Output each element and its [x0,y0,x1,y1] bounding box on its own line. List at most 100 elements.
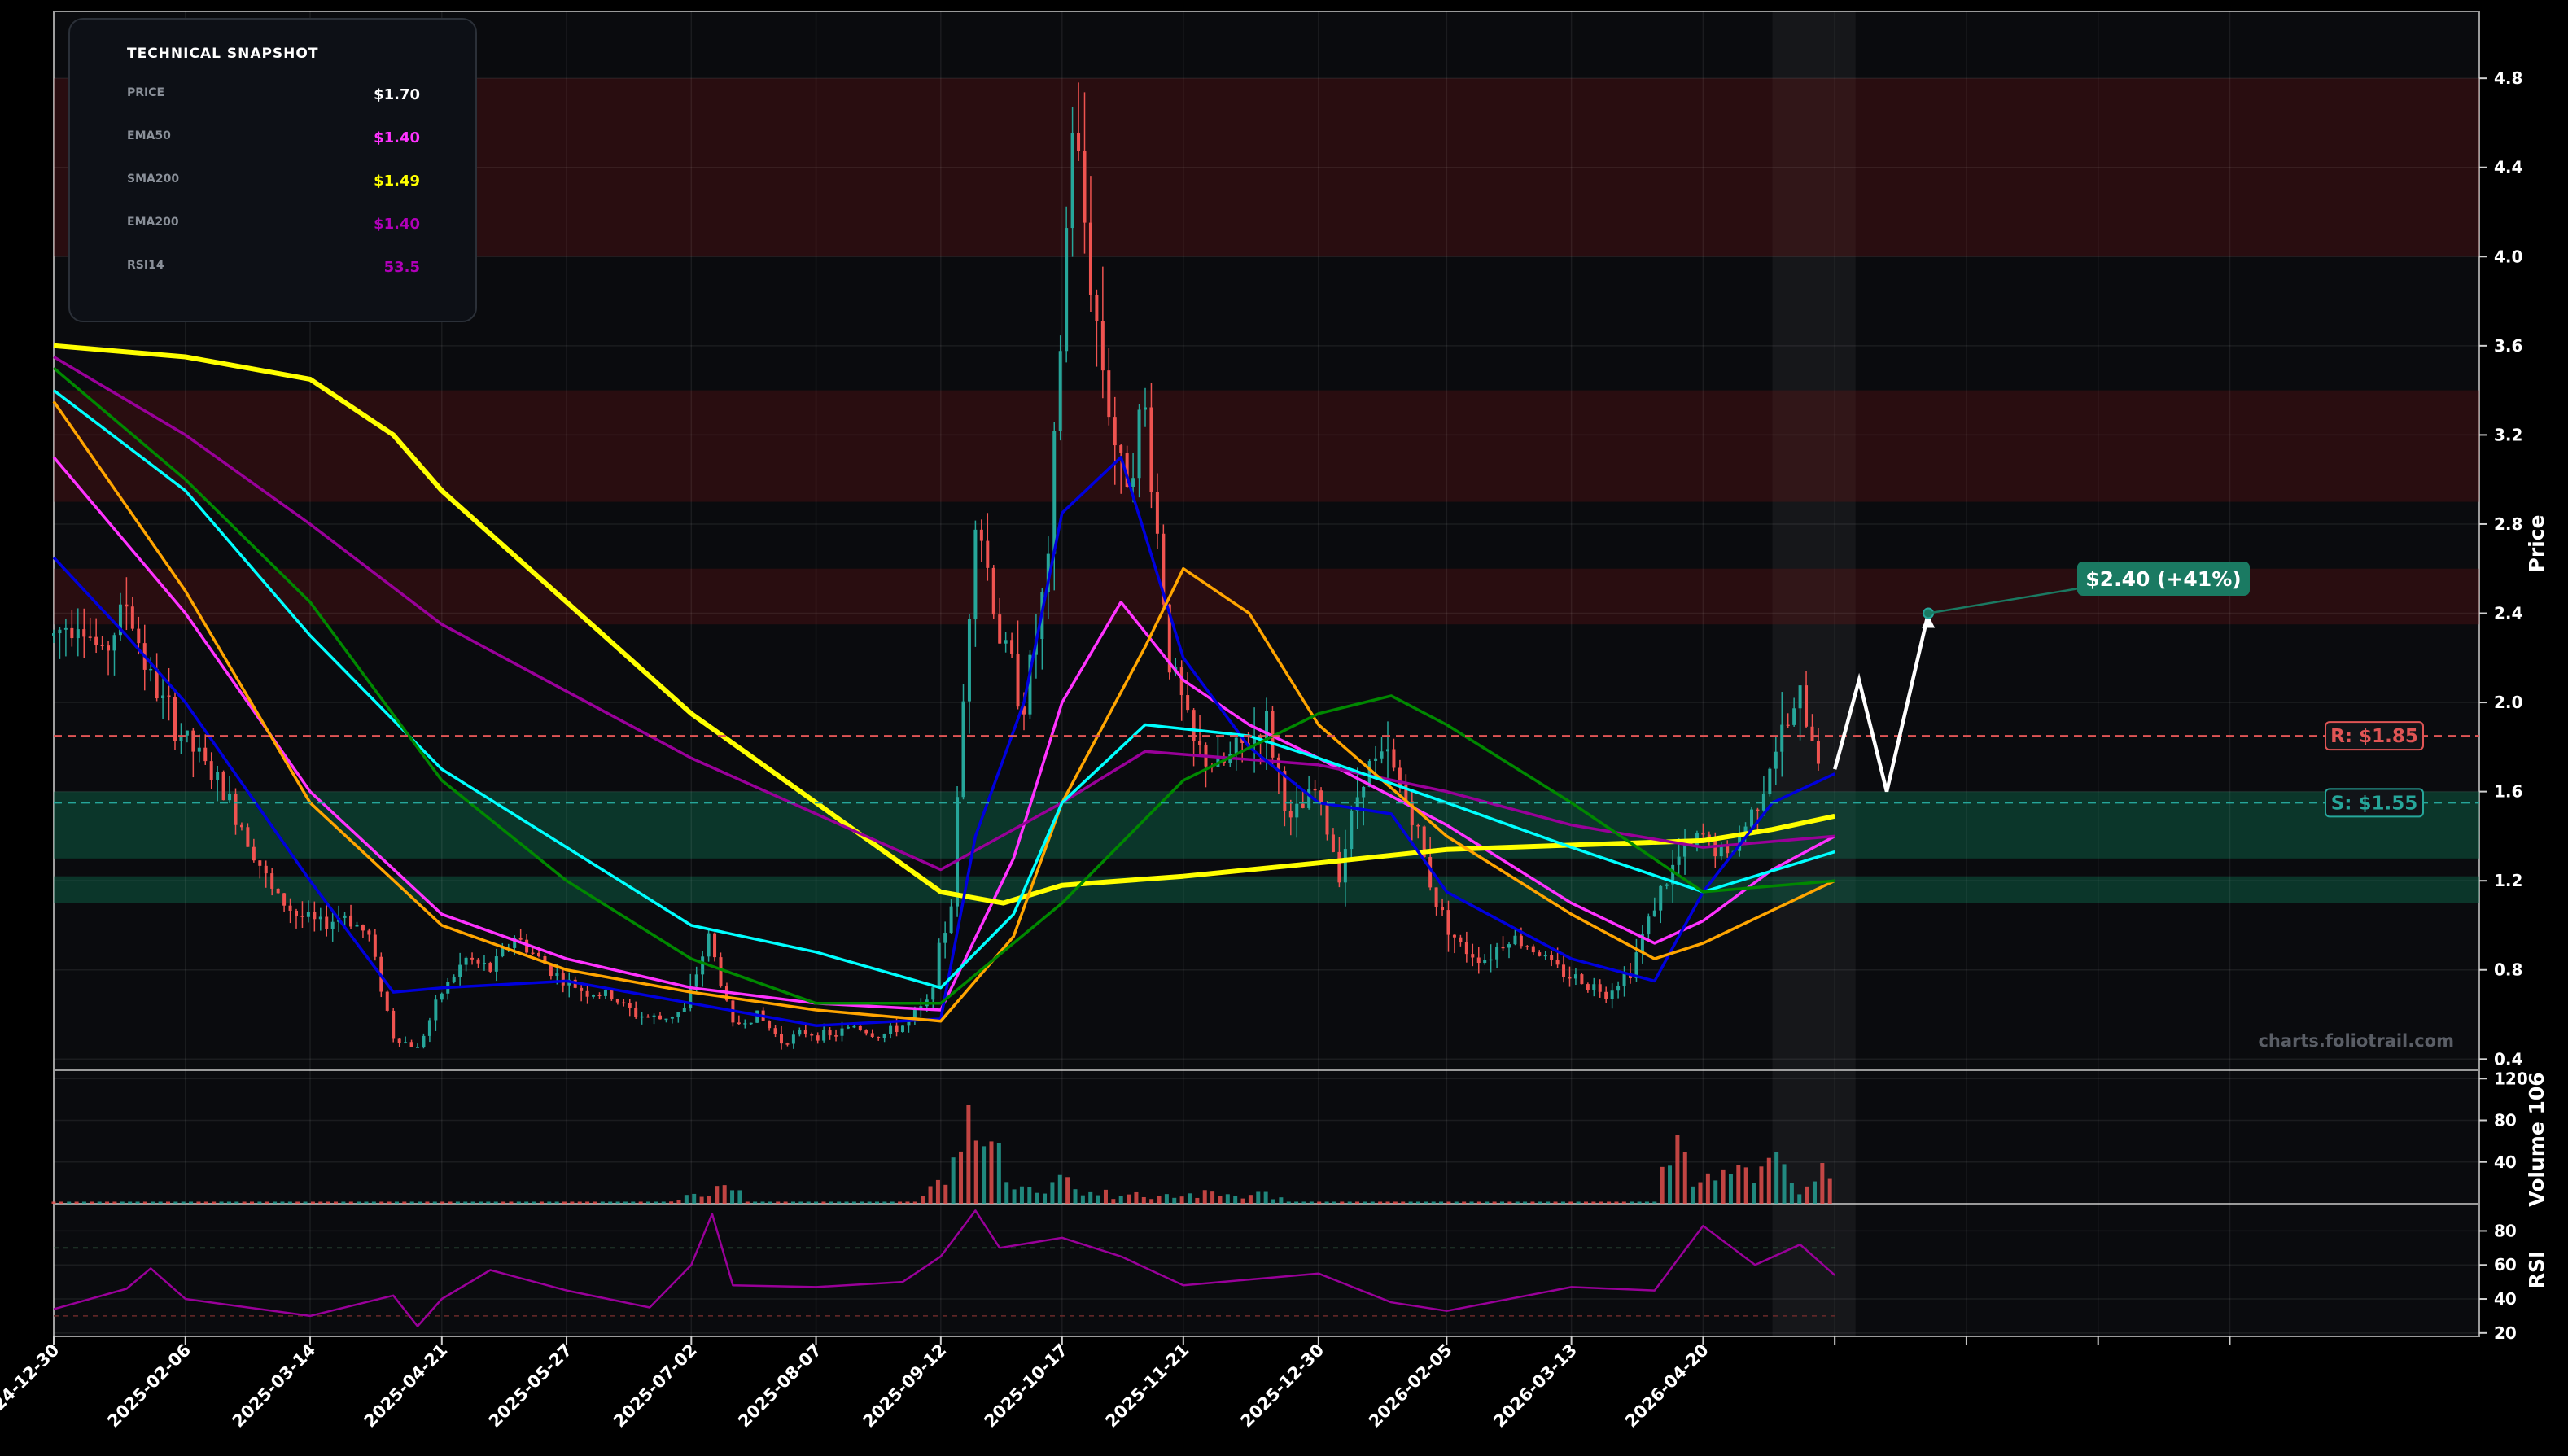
volume-bar [1355,1201,1360,1204]
volume-bar [814,1201,819,1204]
candle-body [288,905,292,911]
candle-body [1616,986,1621,991]
candle-body [270,873,274,889]
volume-tick-label: 40 [2494,1152,2517,1172]
candle-body [773,1028,777,1034]
volume-bar [1294,1201,1299,1204]
volume-bar [1127,1194,1131,1204]
candle-body [585,990,589,997]
volume-bar [1553,1201,1558,1204]
price-tick-label: 3.6 [2494,336,2522,356]
volume-bar [1805,1186,1809,1204]
candle-body [1798,685,1802,709]
zone-support-3 [54,791,2479,859]
volume-bar [97,1201,102,1204]
candle-body [239,824,243,828]
rsi-axis-label: RSI [2525,1251,2548,1289]
candle-body [1452,934,1456,938]
candle-body [1337,851,1341,883]
candle-body [877,1037,881,1038]
candle-body [1513,935,1517,945]
candle-body [864,1030,868,1034]
candle-body [895,1025,899,1033]
volume-bar [51,1201,56,1204]
candle-body [846,1026,850,1029]
volume-bar [768,1201,772,1204]
candle-body [991,567,995,615]
volume-bar [1476,1201,1481,1204]
snapshot-row-ema50: EMA50 $1.40 [127,129,420,149]
candle-body [743,1023,747,1025]
volume-bar [135,1201,140,1204]
volume-bar [287,1201,292,1204]
volume-bar [1065,1177,1070,1204]
volume-bar [295,1201,300,1204]
candle-body [470,957,475,960]
volume-bar [1728,1174,1733,1204]
candle-body [409,1042,413,1047]
candle-body [682,1008,686,1012]
candle-body [416,1047,419,1048]
volume-bar [890,1201,895,1204]
zone-resistance-1 [54,390,2479,502]
candle-body [1634,952,1638,978]
candle-body [1392,749,1396,768]
volume-bar [585,1201,590,1204]
volume-bar [1515,1201,1520,1204]
candle-body [998,614,1002,644]
candle-body [658,1015,662,1020]
candle-body [325,916,329,929]
candle-body [986,540,990,568]
candle-body [1362,786,1366,798]
candle-body [603,990,607,996]
price-tick-label: 0.4 [2494,1049,2522,1069]
candle-body [713,933,717,958]
volume-bar [1157,1196,1162,1204]
candle-body [597,995,602,996]
candle-body [1622,973,1626,986]
snapshot-value: $1.70 [374,86,420,103]
candle-body [1756,809,1760,811]
volume-bar [554,1201,559,1204]
volume-bar [776,1201,781,1204]
candle-body [1768,768,1772,794]
volume-bar [1668,1165,1673,1204]
candle-body [785,1043,790,1045]
candle-body [1568,977,1572,979]
volume-bar [821,1201,826,1204]
candle-body [816,1035,820,1041]
volume-bar [90,1201,94,1204]
candle-body [209,761,213,780]
candle-body [476,959,480,964]
candle-body [1070,133,1074,229]
volume-bar [577,1201,582,1204]
volume-bar [1698,1182,1703,1204]
volume-bar [357,1201,361,1204]
price-tick-label: 3.2 [2494,425,2522,444]
candle-body [1325,802,1329,835]
candle-body [82,629,86,637]
candle-body [973,529,978,619]
candle-body [392,1010,396,1039]
volume-bar [173,1201,178,1204]
candle-body [94,636,98,645]
chart-root: R: $1.85 S: $1.55 $2.40 (+41%) charts.folio… [0,0,2568,1453]
candle-body [1816,741,1820,764]
candle-body [313,912,317,920]
volume-bar [203,1201,208,1204]
volume-bar [1713,1180,1718,1204]
snapshot-value: $1.40 [374,216,420,233]
candle-body [397,1038,401,1043]
volume-panel [53,1069,2480,1205]
volume-bar [973,1140,978,1204]
candle-body [1107,370,1111,418]
snapshot-label: RSI14 [127,259,164,272]
rsi-tick-label: 40 [2494,1289,2517,1309]
volume-bar [1233,1196,1238,1204]
volume-bar [1538,1201,1542,1204]
volume-bar [1424,1201,1428,1204]
volume-bar [265,1201,269,1204]
candle-body [664,1018,668,1021]
volume-bar [1675,1135,1680,1204]
volume-bar [1705,1173,1710,1204]
